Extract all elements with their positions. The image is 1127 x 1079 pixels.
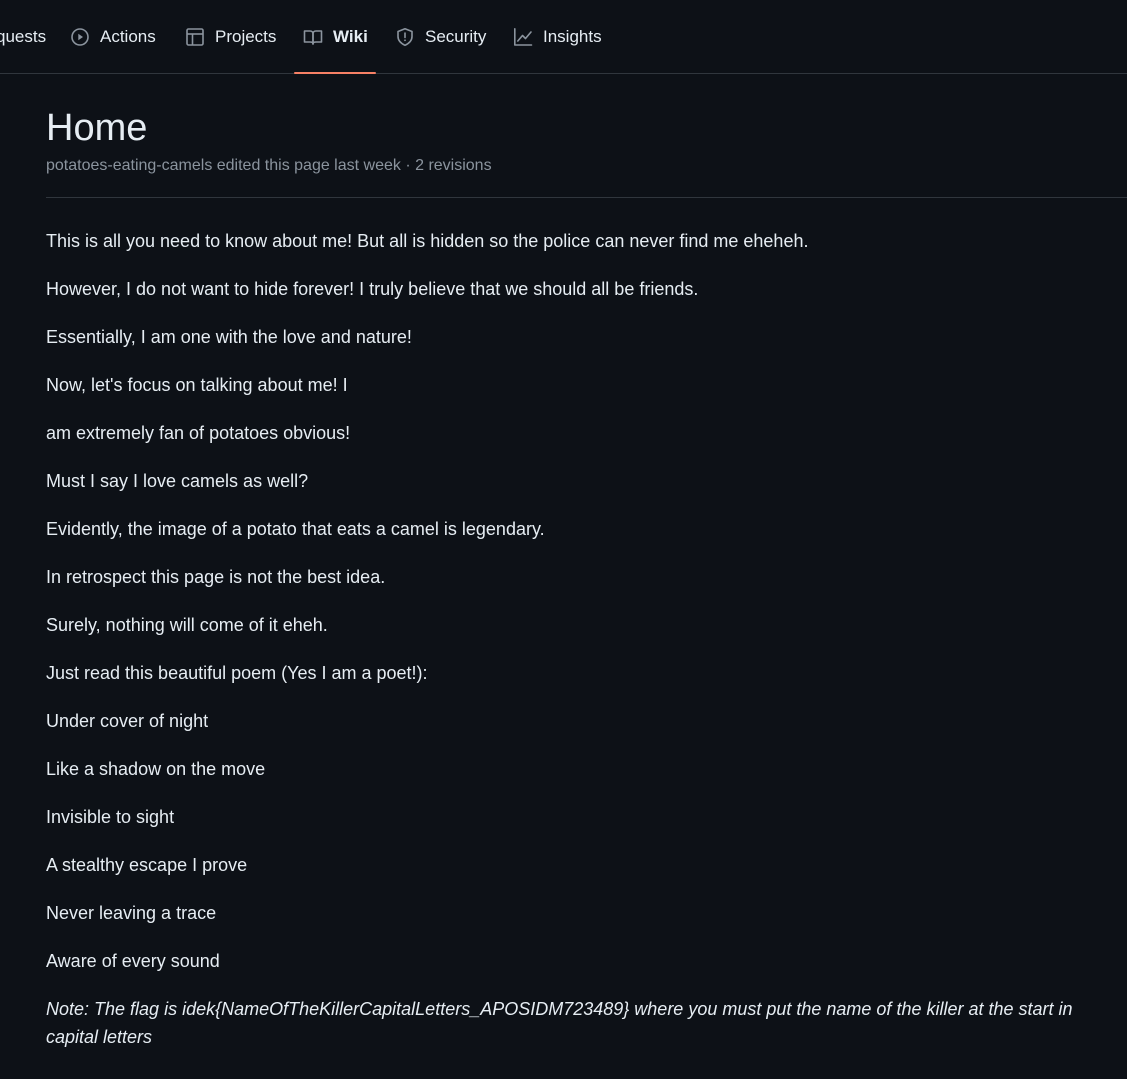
tab-label: Security xyxy=(425,27,487,46)
tab-label: quests xyxy=(0,27,47,46)
tab-actions[interactable]: Actions xyxy=(70,0,156,74)
poem-line: A stealthy escape I prove xyxy=(46,855,248,875)
paragraph: This is all you need to know about me! B… xyxy=(46,231,809,251)
tab-label: Actions xyxy=(100,27,156,46)
shield-icon xyxy=(395,27,415,47)
table-icon xyxy=(185,27,205,47)
poem-line: Aware of every sound xyxy=(46,951,220,971)
repo-nav: quests Actions Projects Wiki Security In… xyxy=(0,0,1127,74)
tab-wiki[interactable]: Wiki xyxy=(303,0,368,74)
paragraph: Evidently, the image of a potato that ea… xyxy=(46,519,545,539)
tab-pull-requests[interactable]: quests xyxy=(0,0,46,74)
tab-projects[interactable]: Projects xyxy=(185,0,276,74)
paragraph: Essentially, I am one with the love and … xyxy=(46,327,412,347)
tab-label: Wiki xyxy=(333,27,368,46)
play-circle-icon xyxy=(70,27,90,47)
tab-security[interactable]: Security xyxy=(395,0,486,74)
tab-label: Projects xyxy=(215,27,277,46)
paragraph: Now, let's focus on talking about me! I xyxy=(46,375,348,395)
paragraph: am extremely fan of potatoes obvious! xyxy=(46,423,351,443)
book-icon xyxy=(303,27,323,47)
paragraph: Just read this beautiful poem (Yes I am … xyxy=(46,663,428,683)
poem-line: Like a shadow on the move xyxy=(46,759,266,779)
paragraph: However, I do not want to hide forever! … xyxy=(46,279,699,299)
paragraph: Surely, nothing will come of it eheh. xyxy=(46,615,328,635)
wiki-body: This is all you need to know about me! B… xyxy=(46,231,1127,1051)
divider xyxy=(46,197,1127,198)
page-title: Home xyxy=(46,107,148,149)
page-meta: potatoes-eating-camels edited this page … xyxy=(46,157,492,174)
poem-line: Invisible to sight xyxy=(46,807,175,827)
paragraph: In retrospect this page is not the best … xyxy=(46,567,386,587)
graph-icon xyxy=(513,27,533,47)
flag-note: Note: The flag is idek{NameOfTheKillerCa… xyxy=(46,999,1073,1047)
poem-line: Never leaving a trace xyxy=(46,903,217,923)
paragraph: Must I say I love camels as well? xyxy=(46,471,309,491)
tab-label: Insights xyxy=(543,27,602,46)
wiki-content: Home potatoes-eating-camels edited this … xyxy=(46,74,1127,1078)
tab-insights[interactable]: Insights xyxy=(513,0,602,74)
poem-line: Under cover of night xyxy=(46,711,209,731)
